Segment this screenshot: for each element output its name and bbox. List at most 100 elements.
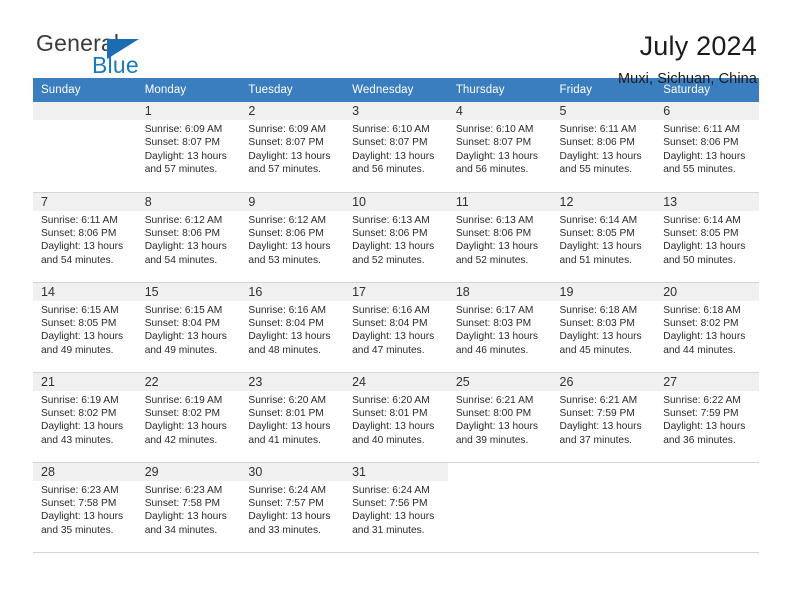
day-details bbox=[448, 481, 552, 484]
day-details: Sunrise: 6:23 AM Sunset: 7:58 PM Dayligh… bbox=[144, 484, 227, 536]
day-number bbox=[33, 102, 137, 120]
day-cell[interactable]: 11 Sunrise: 6:13 AM Sunset: 8:06 PM Dayli… bbox=[447, 192, 552, 283]
day-number: 31 bbox=[344, 462, 448, 481]
day-number: 6 bbox=[655, 102, 759, 120]
day-cell[interactable]: 18 Sunrise: 6:17 AM Sunset: 8:03 PM Dayli… bbox=[447, 282, 552, 373]
day-cell[interactable]: 25 Sunrise: 6:21 AM Sunset: 8:00 PM Dayli… bbox=[447, 372, 552, 463]
day-cell[interactable]: 29 Sunrise: 6:23 AM Sunset: 7:58 PM Dayli… bbox=[136, 462, 241, 553]
day-cell[interactable]: 26 Sunrise: 6:21 AM Sunset: 7:59 PM Dayli… bbox=[551, 372, 656, 463]
day-cell[interactable]: 31 Sunrise: 6:24 AM Sunset: 7:56 PM Dayli… bbox=[344, 462, 448, 553]
day-cell[interactable]: 7 Sunrise: 6:11 AM Sunset: 8:06 PM Daylig… bbox=[33, 192, 137, 283]
day-number: 5 bbox=[551, 102, 656, 120]
day-number bbox=[655, 463, 759, 481]
day-details: Sunrise: 6:10 AM Sunset: 8:07 PM Dayligh… bbox=[455, 124, 538, 176]
day-cell[interactable]: 14 Sunrise: 6:15 AM Sunset: 8:05 PM Dayli… bbox=[33, 282, 137, 373]
day-cell-empty bbox=[655, 462, 759, 553]
day-number: 9 bbox=[240, 192, 345, 211]
day-number: 21 bbox=[33, 372, 137, 391]
day-number: 14 bbox=[33, 282, 137, 301]
day-cell[interactable]: 24 Sunrise: 6:20 AM Sunset: 8:01 PM Dayli… bbox=[344, 372, 448, 463]
day-details: Sunrise: 6:16 AM Sunset: 8:04 PM Dayligh… bbox=[352, 304, 435, 356]
calendar-week-row: 28 Sunrise: 6:23 AM Sunset: 7:58 PM Dayli… bbox=[33, 462, 759, 553]
day-cell[interactable]: 17 Sunrise: 6:16 AM Sunset: 8:04 PM Dayli… bbox=[344, 282, 448, 373]
day-cell[interactable]: 8 Sunrise: 6:12 AM Sunset: 8:06 PM Daylig… bbox=[136, 192, 241, 283]
day-cell[interactable]: 20 Sunrise: 6:18 AM Sunset: 8:02 PM Dayli… bbox=[655, 282, 759, 373]
day-details: Sunrise: 6:13 AM Sunset: 8:06 PM Dayligh… bbox=[455, 214, 538, 266]
day-cell[interactable]: 9 Sunrise: 6:12 AM Sunset: 8:06 PM Daylig… bbox=[240, 192, 345, 283]
day-number: 4 bbox=[447, 102, 552, 120]
day-cell[interactable]: 4 Sunrise: 6:10 AM Sunset: 8:07 PM Daylig… bbox=[447, 102, 552, 193]
day-details: Sunrise: 6:20 AM Sunset: 8:01 PM Dayligh… bbox=[352, 394, 435, 446]
day-details: Sunrise: 6:17 AM Sunset: 8:03 PM Dayligh… bbox=[455, 304, 538, 356]
day-cell[interactable]: 23 Sunrise: 6:20 AM Sunset: 8:01 PM Dayli… bbox=[240, 372, 345, 463]
day-number: 23 bbox=[240, 372, 345, 391]
day-number bbox=[448, 463, 552, 481]
day-cell[interactable]: 21 Sunrise: 6:19 AM Sunset: 8:02 PM Dayli… bbox=[33, 372, 137, 463]
title-block: July 2024 Muxi, Sichuan, China bbox=[618, 30, 759, 90]
weekday-header-thursday: Thursday bbox=[447, 78, 552, 102]
day-cell[interactable]: 22 Sunrise: 6:19 AM Sunset: 8:02 PM Dayli… bbox=[136, 372, 241, 463]
calendar-week-row: 7 Sunrise: 6:11 AM Sunset: 8:06 PM Daylig… bbox=[33, 192, 759, 283]
day-number: 26 bbox=[551, 372, 656, 391]
day-cell[interactable]: 19 Sunrise: 6:18 AM Sunset: 8:03 PM Dayli… bbox=[551, 282, 656, 373]
calendar-table: Sunday Monday Tuesday Wednesday Thursday… bbox=[33, 78, 759, 553]
day-number: 22 bbox=[136, 372, 241, 391]
day-cell[interactable]: 3 Sunrise: 6:10 AM Sunset: 8:07 PM Daylig… bbox=[344, 102, 448, 193]
day-details: Sunrise: 6:18 AM Sunset: 8:03 PM Dayligh… bbox=[559, 304, 642, 356]
day-cell[interactable]: 13 Sunrise: 6:14 AM Sunset: 8:05 PM Dayli… bbox=[655, 192, 759, 283]
day-details: Sunrise: 6:11 AM Sunset: 8:06 PM Dayligh… bbox=[663, 124, 746, 176]
day-number: 19 bbox=[551, 282, 656, 301]
day-details: Sunrise: 6:22 AM Sunset: 7:59 PM Dayligh… bbox=[663, 394, 746, 446]
day-number: 27 bbox=[655, 372, 759, 391]
day-cell[interactable]: 2 Sunrise: 6:09 AM Sunset: 8:07 PM Daylig… bbox=[240, 102, 345, 193]
page-title: July 2024 bbox=[639, 31, 757, 61]
day-cell[interactable]: 1 Sunrise: 6:09 AM Sunset: 8:07 PM Daylig… bbox=[136, 102, 241, 193]
day-cell[interactable]: 12 Sunrise: 6:14 AM Sunset: 8:05 PM Dayli… bbox=[551, 192, 656, 283]
day-number: 30 bbox=[240, 462, 345, 481]
day-details: Sunrise: 6:21 AM Sunset: 8:00 PM Dayligh… bbox=[455, 394, 538, 446]
day-cell[interactable]: 10 Sunrise: 6:13 AM Sunset: 8:06 PM Dayli… bbox=[344, 192, 448, 283]
day-cell[interactable]: 28 Sunrise: 6:23 AM Sunset: 7:58 PM Dayli… bbox=[33, 462, 137, 553]
day-number: 29 bbox=[136, 462, 241, 481]
day-number: 12 bbox=[551, 192, 656, 211]
day-details: Sunrise: 6:12 AM Sunset: 8:06 PM Dayligh… bbox=[144, 214, 227, 266]
day-details: Sunrise: 6:20 AM Sunset: 8:01 PM Dayligh… bbox=[248, 394, 331, 446]
day-cell[interactable] bbox=[33, 102, 137, 193]
day-details: Sunrise: 6:24 AM Sunset: 7:56 PM Dayligh… bbox=[352, 484, 435, 536]
day-number: 15 bbox=[136, 282, 241, 301]
day-number: 11 bbox=[447, 192, 552, 211]
day-number: 18 bbox=[447, 282, 552, 301]
day-number bbox=[552, 463, 656, 481]
day-details: Sunrise: 6:14 AM Sunset: 8:05 PM Dayligh… bbox=[559, 214, 642, 266]
day-number: 24 bbox=[344, 372, 448, 391]
day-details: Sunrise: 6:09 AM Sunset: 8:07 PM Dayligh… bbox=[144, 124, 227, 176]
day-details: Sunrise: 6:19 AM Sunset: 8:02 PM Dayligh… bbox=[41, 394, 124, 446]
day-details bbox=[655, 481, 759, 484]
day-number: 20 bbox=[655, 282, 759, 301]
day-cell[interactable]: 15 Sunrise: 6:15 AM Sunset: 8:04 PM Dayli… bbox=[136, 282, 241, 373]
day-details: Sunrise: 6:15 AM Sunset: 8:05 PM Dayligh… bbox=[41, 304, 124, 356]
day-cell[interactable]: 30 Sunrise: 6:24 AM Sunset: 7:57 PM Dayli… bbox=[240, 462, 345, 553]
day-number: 10 bbox=[344, 192, 448, 211]
day-cell[interactable]: 6 Sunrise: 6:11 AM Sunset: 8:06 PM Daylig… bbox=[655, 102, 759, 193]
day-details: Sunrise: 6:10 AM Sunset: 8:07 PM Dayligh… bbox=[352, 124, 435, 176]
day-cell[interactable]: 5 Sunrise: 6:11 AM Sunset: 8:06 PM Daylig… bbox=[551, 102, 656, 193]
calendar-page: General Blue July 2024 Muxi, Sichuan, Ch… bbox=[0, 0, 792, 612]
day-details: Sunrise: 6:14 AM Sunset: 8:05 PM Dayligh… bbox=[663, 214, 746, 266]
calendar-week-row: 21 Sunrise: 6:19 AM Sunset: 8:02 PM Dayli… bbox=[33, 372, 759, 463]
day-number: 25 bbox=[447, 372, 552, 391]
day-details: Sunrise: 6:19 AM Sunset: 8:02 PM Dayligh… bbox=[144, 394, 227, 446]
day-details: Sunrise: 6:09 AM Sunset: 8:07 PM Dayligh… bbox=[248, 124, 331, 176]
day-cell[interactable]: 27 Sunrise: 6:22 AM Sunset: 7:59 PM Dayli… bbox=[655, 372, 759, 463]
day-cell-empty bbox=[551, 462, 656, 553]
calendar-week-row: 1 Sunrise: 6:09 AM Sunset: 8:07 PM Daylig… bbox=[33, 102, 759, 193]
brand-logo: General Blue bbox=[33, 30, 246, 88]
day-cell[interactable]: 16 Sunrise: 6:16 AM Sunset: 8:04 PM Dayli… bbox=[240, 282, 345, 373]
day-number: 2 bbox=[240, 102, 345, 120]
day-details: Sunrise: 6:23 AM Sunset: 7:58 PM Dayligh… bbox=[41, 484, 124, 536]
day-number: 28 bbox=[33, 462, 137, 481]
calendar-body: 1 Sunrise: 6:09 AM Sunset: 8:07 PM Daylig… bbox=[33, 102, 759, 553]
day-number: 13 bbox=[655, 192, 759, 211]
day-details bbox=[552, 481, 656, 484]
triangle-icon bbox=[107, 39, 139, 59]
